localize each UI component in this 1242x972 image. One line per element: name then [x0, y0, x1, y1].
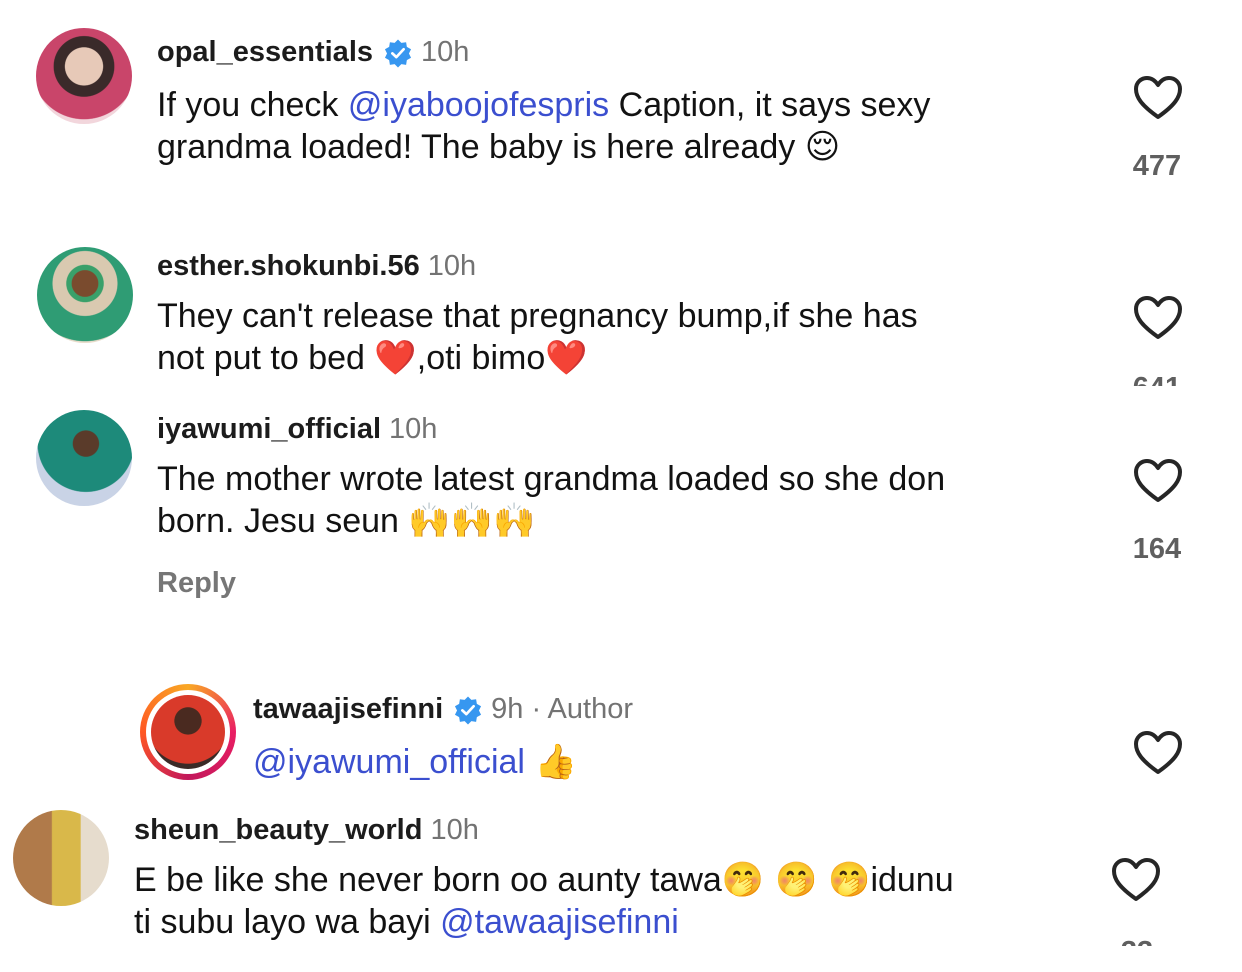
verified-badge-icon: [384, 39, 412, 68]
username[interactable]: iyawumi_official: [157, 413, 381, 446]
red-heart-emoji: ❤️: [545, 338, 588, 378]
reply-button[interactable]: Reply: [157, 567, 236, 600]
comment-text-line: They can't release that pregnancy bump,i…: [157, 297, 918, 335]
username[interactable]: esther.shokunbi.56: [157, 250, 420, 283]
timestamp: 10h: [421, 36, 470, 68]
relieved-emoji: 😌: [804, 127, 841, 167]
like-count-clip: 33: [1097, 936, 1177, 946]
timestamp: 10h: [430, 814, 479, 846]
username[interactable]: opal_essentials: [157, 36, 373, 69]
avatar[interactable]: [13, 810, 109, 906]
heart-outline-icon[interactable]: [1133, 458, 1183, 504]
comment-text-part: ,oti bimo: [416, 339, 546, 377]
avatar-photo: [151, 695, 225, 769]
like-count: 33: [1097, 936, 1177, 946]
like-count: 164: [1132, 533, 1182, 565]
comment-text-line: The mother wrote latest grandma loaded s…: [157, 460, 946, 498]
avatar[interactable]: [37, 247, 133, 343]
heart-outline-icon[interactable]: [1111, 857, 1161, 903]
comment-iyawumi-official: iyawumi_official 10h The mother wrote la…: [0, 395, 1242, 635]
mention-link[interactable]: @tawaajisefinni: [440, 903, 679, 941]
author-tag: · Author: [531, 693, 633, 725]
comment-text: @iyawumi_official 👍: [253, 741, 577, 783]
comment-text-part: Caption, it says sexy: [609, 86, 931, 124]
comment-text: The mother wrote latest grandma loaded s…: [157, 458, 945, 542]
username[interactable]: sheun_beauty_world: [134, 814, 422, 847]
thumbs-up-emoji: 👍: [534, 742, 577, 782]
comment-text-part: not put to bed: [157, 339, 375, 377]
verified-badge-icon: [455, 696, 482, 725]
comment-text-part: ti subu layo wa bayi: [134, 903, 441, 941]
hand-over-mouth-emoji: 🤭 🤭 🤭: [721, 860, 871, 900]
comment-text-part: If you check: [157, 86, 348, 124]
comment-opal-essentials: opal_essentials 10h If you check @iyaboo…: [0, 0, 1242, 200]
comment-text: They can't release that pregnancy bump,i…: [157, 295, 918, 379]
story-ring-avatar[interactable]: [140, 684, 236, 780]
heart-outline-icon[interactable]: [1133, 75, 1183, 121]
comment-text: If you check @iyaboojofespris Caption, i…: [157, 84, 930, 168]
username[interactable]: tawaajisefinni: [253, 693, 443, 726]
timestamp: 10h: [427, 250, 477, 282]
mention-link[interactable]: @iyawumi_official: [253, 743, 525, 781]
avatar[interactable]: [36, 28, 132, 124]
timestamp: 9h: [491, 693, 524, 725]
comment-text: E be like she never born oo aunty tawa🤭 …: [134, 859, 954, 943]
heart-outline-icon[interactable]: [1133, 295, 1183, 341]
comment-text-part: idunu: [870, 861, 954, 899]
comment-sheun-beauty-world: sheun_beauty_world 10h E be like she nev…: [0, 800, 1242, 972]
comment-author-reply: tawaajisefinni 9h · Author @iyawumi_offi…: [0, 670, 1242, 800]
avatar[interactable]: [36, 410, 132, 506]
raising-hands-emoji: 🙌🙌🙌: [408, 501, 536, 541]
comment-text-part: grandma loaded! The baby is here already: [157, 128, 805, 166]
mention-link[interactable]: @iyaboojofespris: [348, 86, 609, 124]
timestamp: 10h: [389, 413, 438, 445]
heart-outline-icon[interactable]: [1133, 730, 1183, 776]
comment-text-part: born. Jesu seun: [157, 502, 409, 540]
red-heart-emoji: ❤️: [374, 338, 417, 378]
like-count: 477: [1132, 150, 1182, 182]
comment-esther-shokunbi: esther.shokunbi.56 10h They can't releas…: [0, 230, 1242, 390]
like-count-clip: 641: [1117, 372, 1197, 386]
comment-text-part: E be like she never born oo aunty tawa: [134, 861, 722, 899]
like-count: 641: [1117, 372, 1197, 386]
